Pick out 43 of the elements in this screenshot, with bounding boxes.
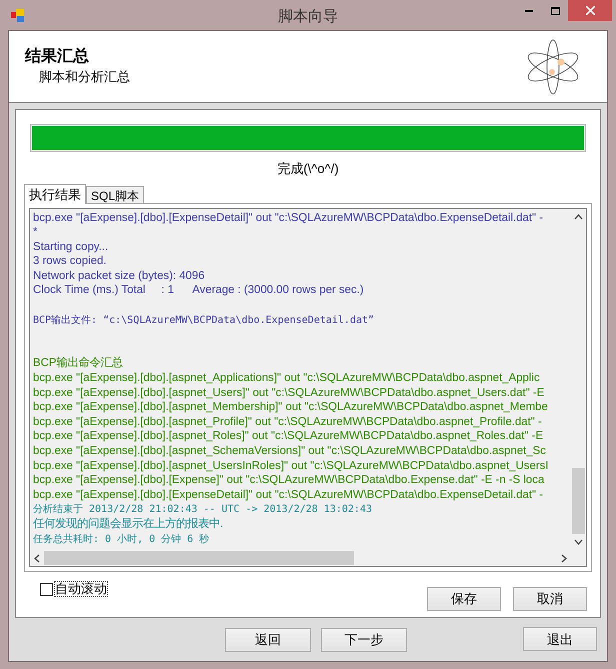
button[interactable]: 保存	[427, 587, 501, 611]
log-line: Network packet size (bytes): 4096	[33, 270, 205, 282]
log-line: 3 rows copied.	[33, 255, 106, 268]
tab[interactable]: SQL脚本	[86, 186, 144, 202]
log-line: 分析结束于 2013/2/28 21:02:43 -- UTC -> 2013/2/28 13:02:43	[33, 504, 372, 516]
window-title: 脚本向导	[278, 7, 338, 27]
tab[interactable]: 执行结果	[24, 184, 86, 204]
log-line: Starting copy...	[33, 240, 108, 253]
scroll-right-icon[interactable]	[561, 554, 567, 562]
close-icon	[586, 6, 594, 15]
scroll-thumb[interactable]	[572, 468, 585, 534]
scroll-up-icon[interactable]	[574, 214, 583, 220]
log-line: bcp.exe "[aExpense].[dbo].[aspnet_UsersInRoles]" out "c:\SQLAzureMW\BCPData\dbo.aspnet_UsersI	[33, 460, 548, 472]
log-line: *	[33, 226, 38, 238]
app-icon	[11, 9, 25, 23]
scroll-down-icon[interactable]	[574, 539, 583, 545]
scroll-thumb[interactable]	[44, 551, 354, 565]
log-line: bcp.exe "[aExpense].[dbo].[aspnet_Roles]" out "c:\SQLAzureMW\BCPData\dbo.aspnet_Roles.dat" -E	[33, 430, 544, 442]
log-line: BCP输出命令汇总	[33, 357, 122, 370]
atom-icon	[525, 38, 581, 94]
log-line: bcp.exe "[aExpense].[dbo].[aspnet_Applications]" out "c:\SQLAzureMW\BCPData\dbo.aspnet_Applic	[33, 372, 540, 384]
log-line: BCP输出文件: “c:\SQLAzureMW\BCPData\dbo.ExpenseDetail.dat”	[33, 314, 374, 326]
log-line: bcp.exe "[aExpense].[dbo].[ExpenseDetail]" out "c:\SQLAzureMW\BCPData\dbo.ExpenseDetail.dat" -	[33, 488, 544, 501]
checkbox-label: 自动滚动	[54, 581, 108, 597]
log-line: 任何发现的问题会显示在上方的报表中.	[33, 518, 224, 530]
log-line: bcp.exe "[aExpense].[dbo].[aspnet_Membership]" out "c:\SQLAzureMW\BCPData\dbo.aspnet_Membe	[33, 401, 548, 414]
log-line: bcp.exe "[aExpense].[dbo].[Expense]" out "c:\SQLAzureMW\BCPData\dbo.Expense.dat" -E -n -S loca	[33, 474, 544, 486]
header-subtitle: 脚本和分析汇总	[39, 68, 130, 86]
button[interactable]: 退出	[523, 627, 597, 652]
button[interactable]: 下一步	[321, 628, 407, 652]
checkbox[interactable]	[40, 582, 53, 596]
close-button[interactable]	[568, 0, 612, 21]
log-line: bcp.exe "[aExpense].[dbo].[aspnet_SchemaVersions]" out "c:\SQLAzureMW\BCPData\dbo.aspnet_Sc	[33, 445, 546, 457]
log-line: bcp.exe "[aExpense].[dbo].[ExpenseDetail]" out "c:\SQLAzureMW\BCPData\dbo.ExpenseDetail.dat" -	[33, 212, 544, 224]
status-text: 完成(\^o^/)	[277, 160, 339, 178]
log-line: Clock Time (ms.) Total : 1 Average : (3000.00 rows per sec.)	[33, 284, 364, 296]
header-title: 结果汇总	[25, 46, 90, 67]
button[interactable]: 取消	[513, 587, 587, 611]
log-line: 任务总共耗时: 0 小时, 0 分钟 6 秒	[33, 534, 210, 545]
scroll-left-icon[interactable]	[34, 554, 40, 562]
log-line: bcp.exe "[aExpense].[dbo].[aspnet_Users]" out "c:\SQLAzureMW\BCPData\dbo.aspnet_Users.dat" -E	[33, 386, 544, 399]
log-line: bcp.exe "[aExpense].[dbo].[aspnet_Profile]" out "c:\SQLAzureMW\BCPData\dbo.aspnet_Profile.dat" -	[33, 416, 542, 428]
button[interactable]: 返回	[225, 628, 311, 652]
